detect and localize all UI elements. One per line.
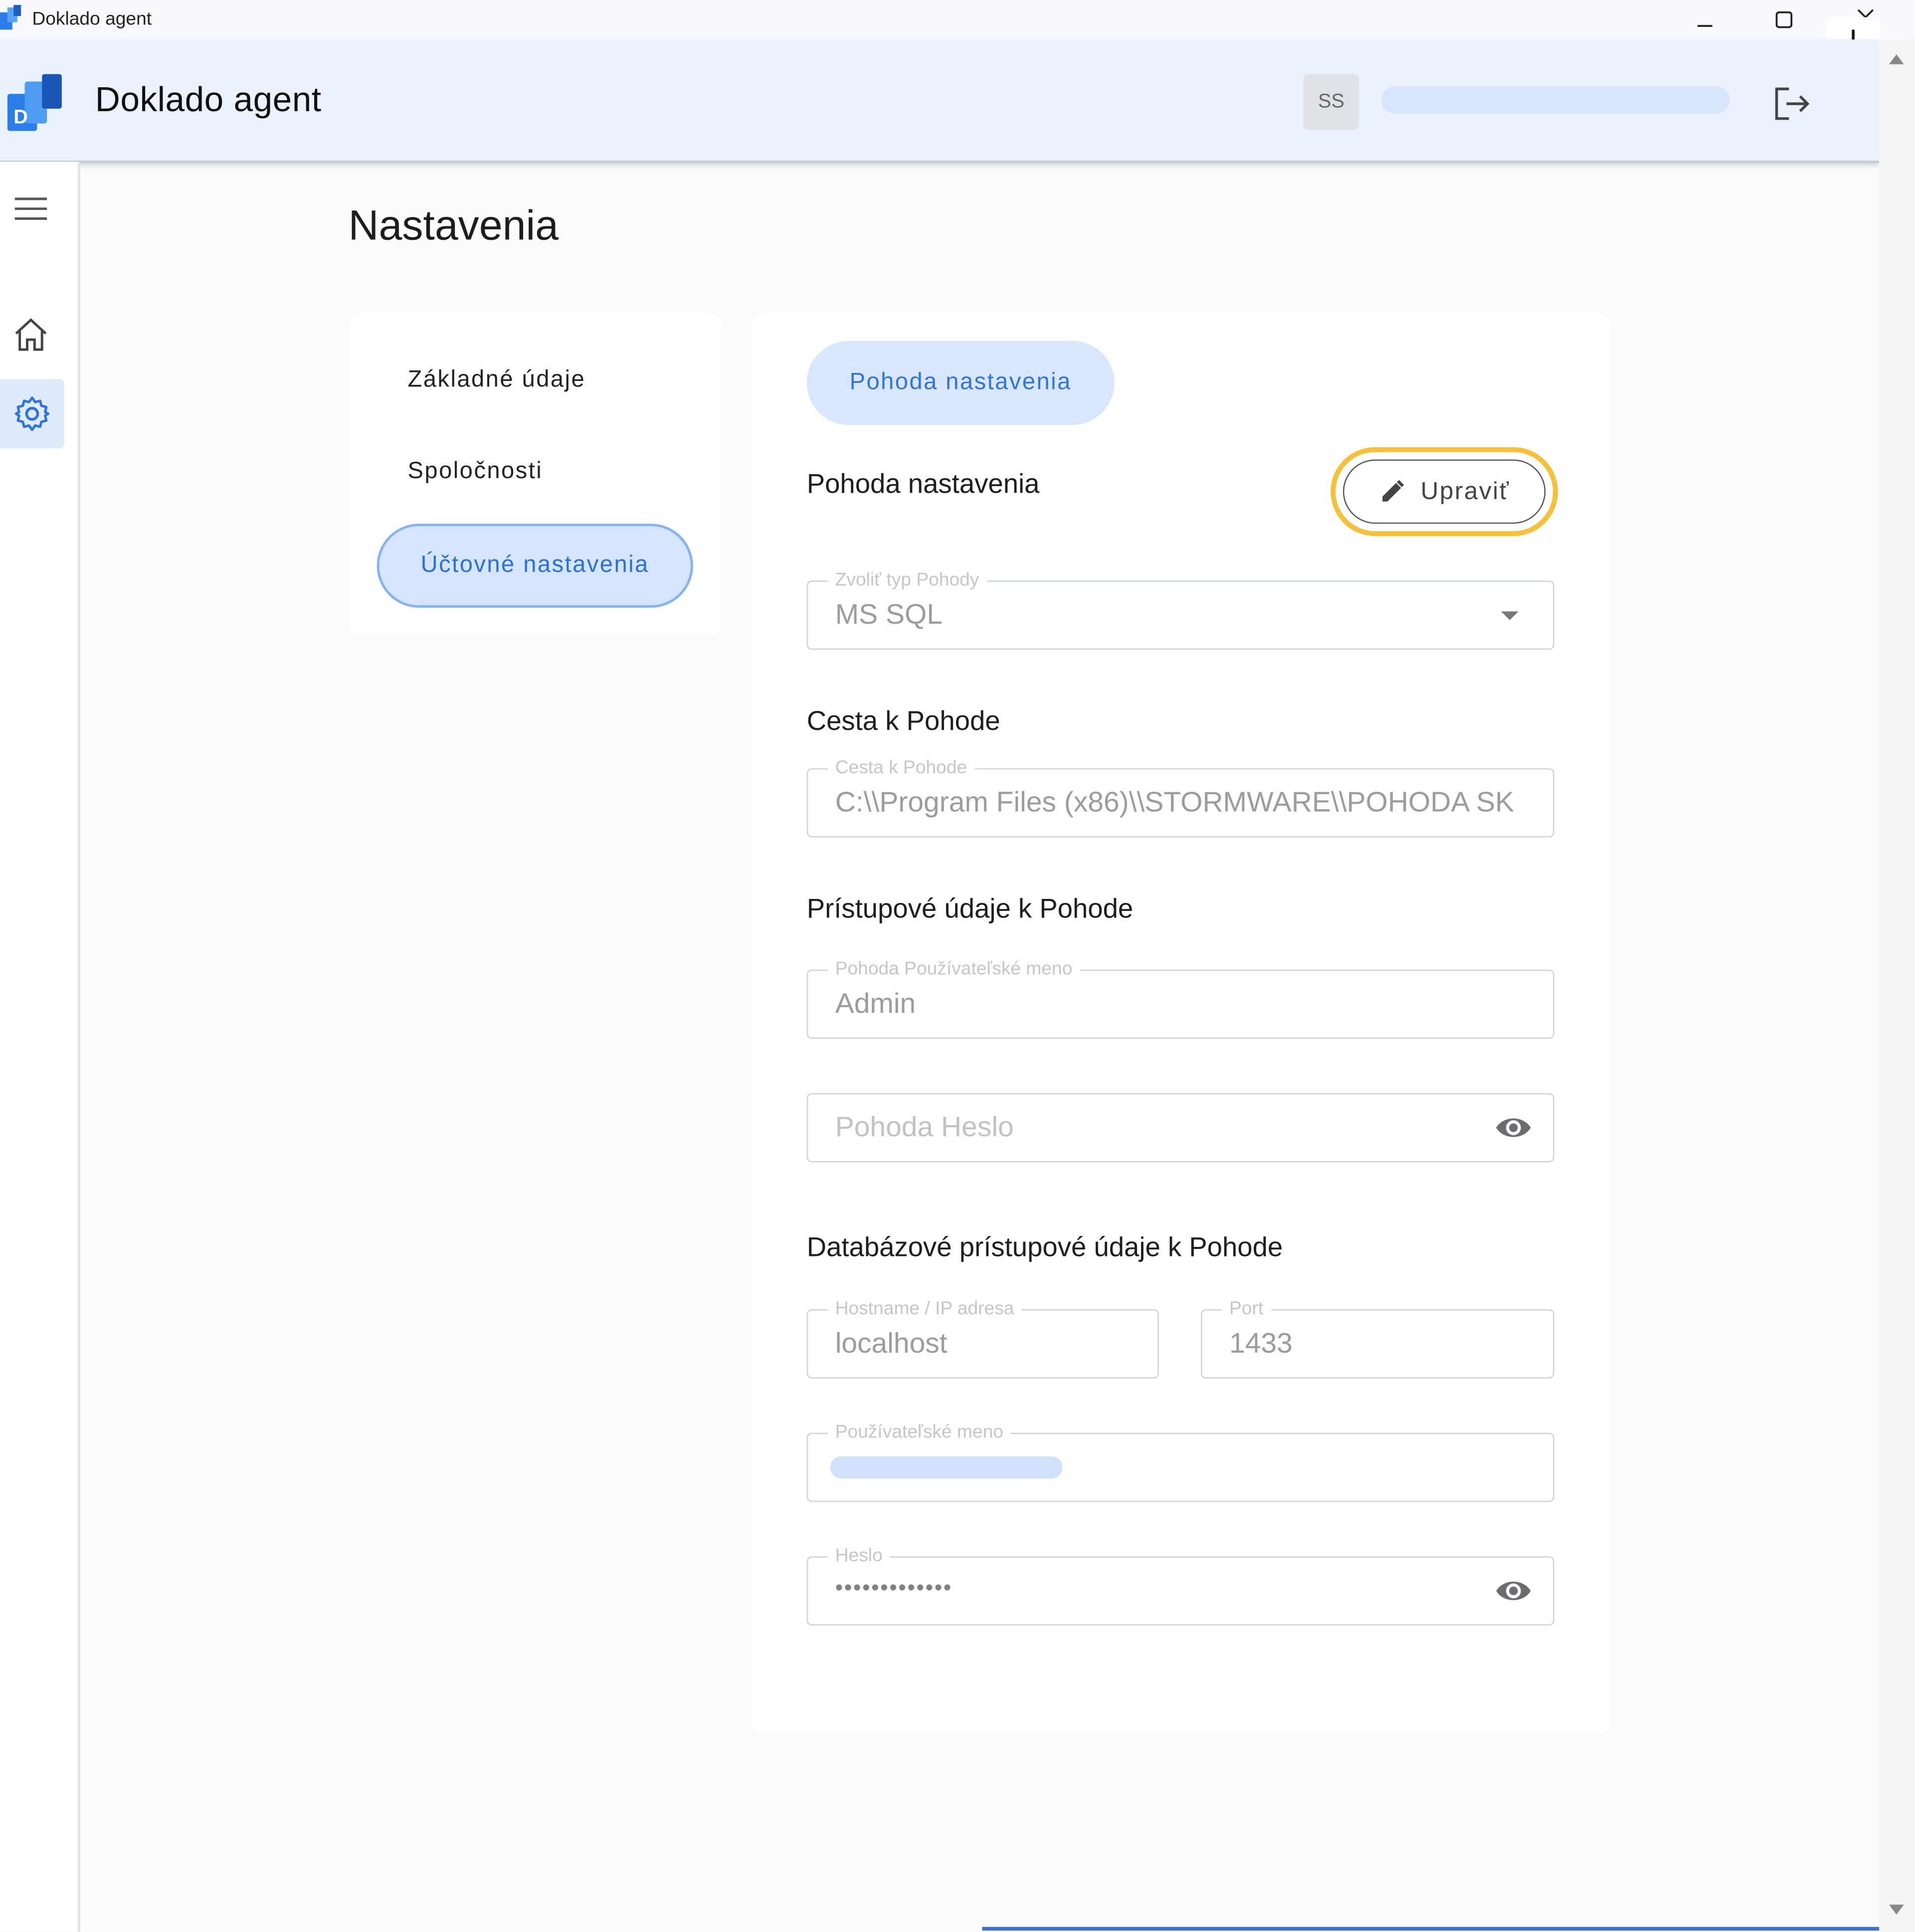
scroll-up-arrow-icon[interactable] (1889, 54, 1904, 64)
db-password-value: ••••••••••••• (835, 1575, 953, 1600)
pohoda-password-field[interactable]: Pohoda Heslo (806, 1093, 1554, 1163)
pohoda-path-value: C:\\Program Files (x86)\\STORMWARE\\POHO… (835, 785, 1515, 818)
minimize-icon (1697, 25, 1713, 27)
db-username-field[interactable]: Používateľské meno (806, 1421, 1554, 1502)
port-value: 1433 (1229, 1326, 1293, 1359)
bottom-progress-line (982, 1927, 1880, 1931)
settings-nav-basic-info[interactable]: Základné údaje (408, 367, 586, 394)
settings-content-card: Pohoda nastavenia Pohoda nastavenia Upra… (751, 314, 1611, 1735)
section-title-database: Databázové prístupové údaje k Pohode (806, 1231, 1283, 1262)
port-field[interactable]: Port 1433 (1201, 1298, 1554, 1379)
app-header: D Doklado agent SS (0, 39, 1880, 164)
dropdown-caret-icon (1501, 611, 1519, 620)
hostname-field[interactable]: Hostname / IP adresa localhost (806, 1298, 1159, 1379)
settings-nav-card: Základné údaje Spoločnosti Účtovné nasta… (348, 314, 722, 635)
pohoda-type-label: Zvoliť typ Pohody (827, 569, 987, 591)
pohoda-username-label: Pohoda Používateľské meno (827, 958, 1080, 980)
minimize-button[interactable] (1680, 2, 1729, 37)
eye-icon[interactable] (1494, 1576, 1533, 1605)
pohoda-username-value: Admin (835, 987, 916, 1019)
hostname-label: Hostname / IP adresa (827, 1298, 1022, 1319)
pohoda-path-label: Cesta k Pohode (827, 757, 975, 778)
user-name-redacted (1381, 86, 1730, 114)
pohoda-path-field[interactable]: Cesta k Pohode C:\\Program Files (x86)\\… (806, 757, 1554, 838)
edit-button[interactable]: Upraviť (1342, 459, 1546, 524)
gear-icon (14, 396, 50, 431)
svg-text:D: D (13, 106, 28, 128)
maximize-icon (1775, 11, 1793, 28)
avatar-initials: SS (1318, 91, 1344, 112)
section-title-access: Prístupové údaje k Pohode (806, 893, 1134, 924)
port-label: Port (1222, 1298, 1271, 1319)
scroll-down-arrow-icon[interactable] (1889, 1905, 1904, 1915)
app-logo: D (7, 74, 62, 131)
app-icon (0, 4, 21, 30)
section-title-path: Cesta k Pohode (806, 705, 1000, 736)
vertical-scrollbar[interactable] (1879, 39, 1915, 1932)
db-username-label: Používateľské meno (827, 1421, 1011, 1443)
window-title: Doklado agent (32, 8, 152, 30)
settings-nav-companies[interactable]: Spoločnosti (408, 458, 543, 486)
db-password-field[interactable]: Heslo ••••••••••••• (806, 1545, 1554, 1626)
user-avatar[interactable]: SS (1303, 74, 1359, 130)
db-password-label: Heslo (827, 1545, 890, 1567)
home-icon[interactable] (11, 315, 50, 354)
pencil-icon (1382, 480, 1404, 502)
nav-settings[interactable] (0, 379, 64, 449)
eye-icon[interactable] (1494, 1113, 1533, 1142)
maximize-button[interactable] (1759, 2, 1809, 37)
pohoda-type-select[interactable]: Zvoliť typ Pohody MS SQL (806, 569, 1554, 650)
logout-icon[interactable] (1767, 82, 1816, 126)
pohoda-type-value: MS SQL (835, 598, 943, 630)
side-rail (0, 162, 81, 1932)
pohoda-password-placeholder: Pohoda Heslo (835, 1110, 1014, 1143)
section-title-pohoda: Pohoda nastavenia (806, 468, 1040, 499)
page-title: Nastavenia (348, 202, 559, 250)
tab-pohoda-settings-label: Pohoda nastavenia (849, 369, 1072, 395)
tab-pohoda-settings[interactable]: Pohoda nastavenia (806, 341, 1115, 425)
edit-button-label: Upraviť (1420, 477, 1510, 505)
db-username-redacted (830, 1456, 1063, 1479)
settings-nav-accounting[interactable]: Účtovné nastavenia (377, 524, 693, 608)
pohoda-username-field[interactable]: Pohoda Používateľské meno Admin (806, 958, 1554, 1039)
hostname-value: localhost (835, 1326, 948, 1359)
settings-nav-accounting-label: Účtovné nastavenia (420, 552, 649, 578)
app-title: Doklado agent (95, 80, 322, 119)
window-title-bar: Doklado agent (0, 0, 1915, 40)
hamburger-icon[interactable] (11, 189, 50, 228)
